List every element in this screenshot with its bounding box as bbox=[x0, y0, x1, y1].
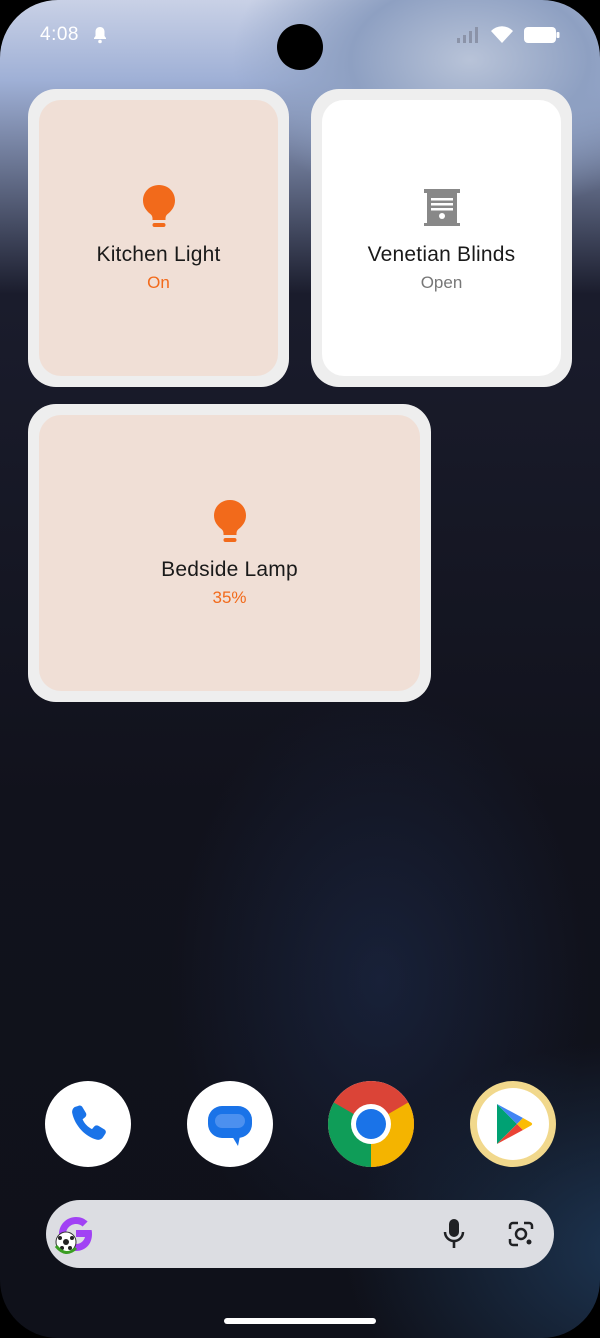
wifi-icon bbox=[491, 26, 513, 43]
messages-icon bbox=[208, 1106, 252, 1146]
lens-icon[interactable] bbox=[506, 1219, 536, 1249]
play-store-app-icon[interactable] bbox=[470, 1081, 556, 1167]
phone-icon bbox=[72, 1105, 106, 1140]
battery-icon bbox=[524, 27, 560, 43]
clock: 4:08 bbox=[40, 24, 79, 45]
tile-bedside-lamp[interactable]: Bedside Lamp 35% bbox=[28, 404, 431, 702]
phone-app-icon[interactable] bbox=[45, 1081, 131, 1167]
tile-name: Bedside Lamp bbox=[161, 558, 298, 581]
tile-body: Bedside Lamp 35% bbox=[39, 415, 420, 691]
tile-state: On bbox=[147, 273, 170, 292]
tile-body: Venetian Blinds Open bbox=[322, 100, 561, 376]
tile-venetian-blinds[interactable]: Venetian Blinds Open bbox=[311, 89, 572, 387]
tile-kitchen-light[interactable]: Kitchen Light On bbox=[28, 89, 289, 387]
tile-state: Open bbox=[420, 273, 463, 292]
google-icon[interactable] bbox=[52, 1210, 100, 1258]
mic-icon[interactable] bbox=[442, 1217, 466, 1251]
home-indicator[interactable] bbox=[224, 1318, 376, 1324]
notification-bell-icon bbox=[94, 27, 106, 44]
home-screen: 4:08 Kitchen Light On Venetian Blinds Op… bbox=[0, 0, 600, 1338]
signal-icon bbox=[457, 27, 478, 43]
camera-cutout bbox=[277, 24, 323, 70]
system-icons bbox=[456, 26, 560, 44]
chrome-app-icon[interactable] bbox=[328, 1081, 414, 1167]
tile-name: Venetian Blinds bbox=[367, 243, 516, 266]
blinds-icon bbox=[423, 189, 460, 226]
messages-app-icon[interactable] bbox=[187, 1081, 273, 1167]
tile-body: Kitchen Light On bbox=[39, 100, 278, 376]
tile-name: Kitchen Light bbox=[96, 243, 221, 266]
lightbulb-icon bbox=[142, 185, 175, 227]
chrome-icon bbox=[328, 1081, 414, 1167]
search-bar[interactable] bbox=[46, 1200, 554, 1268]
lightbulb-icon bbox=[213, 500, 246, 542]
tile-state: 35% bbox=[212, 588, 247, 607]
play-store-icon bbox=[497, 1104, 533, 1144]
